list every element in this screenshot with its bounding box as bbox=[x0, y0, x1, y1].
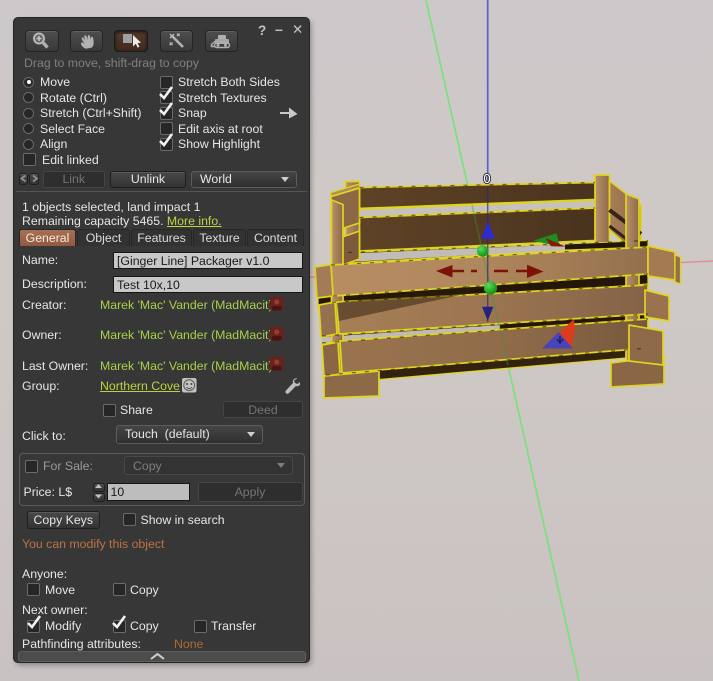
svg-text:0: 0 bbox=[483, 171, 490, 186]
